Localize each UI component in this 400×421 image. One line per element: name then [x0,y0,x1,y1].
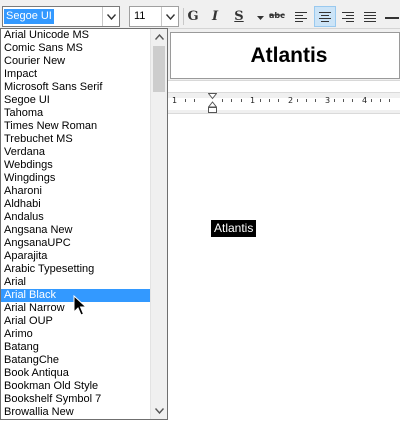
ruler-number: 1 [250,96,256,105]
text-color-button[interactable] [254,6,266,27]
ruler-tick [343,99,344,102]
ruler-tick [352,99,353,102]
horizontal-line-icon [384,9,399,24]
ruler-tick [231,99,232,102]
font-list-item[interactable]: Bookshelf Symbol 7 [1,393,151,406]
chevron-down-icon [256,9,264,24]
ruler-number: 4 [362,96,368,105]
ruler-number: 2 [288,96,294,105]
font-list-item[interactable]: Arial Unicode MS [1,29,151,42]
font-list-item[interactable]: Aldhabi [1,198,151,211]
ruler-tick [315,99,316,102]
horizontal-line-button[interactable] [383,6,400,27]
font-list-item[interactable]: Andalus [1,211,151,224]
font-items-container: Arial Unicode MS Comic Sans MS Courier New… [1,29,167,419]
indent-marker-icon[interactable] [207,93,218,117]
header-title: Atlantis [250,43,328,67]
ruler-tick [380,99,381,102]
font-list-item[interactable]: Batang [1,341,151,354]
ruler-tick [297,99,298,102]
ruler-tick [334,99,335,102]
align-left-icon [295,11,307,22]
font-list-item[interactable]: Tahoma [1,107,151,120]
ruler-tick [194,99,195,102]
toolbar-separator [183,8,184,25]
font-list-item[interactable]: Trebuchet MS [1,133,151,146]
align-left-button[interactable] [291,6,311,27]
font-list-item[interactable]: Times New Roman [1,120,151,133]
strikethrough-button[interactable]: abc [268,6,286,27]
align-right-button[interactable] [338,6,358,27]
mouse-pointer-icon [73,294,88,320]
font-list-item[interactable]: Browallia New [1,406,151,419]
font-list-item[interactable]: Angsana New [1,224,151,237]
ruler-tick [260,99,261,102]
ruler-tick [185,99,186,102]
font-list-item[interactable]: Wingdings [1,172,151,185]
font-list-item[interactable]: Segoe UI [1,94,151,107]
scroll-up-arrow-icon[interactable] [151,29,167,45]
chevron-down-icon[interactable] [161,7,178,26]
font-list-item[interactable]: Arial [1,276,151,289]
formatting-toolbar: Segoe UI 11 G I S abc [0,0,400,29]
font-list-item[interactable]: Arabic Typesetting [1,263,151,276]
justify-button[interactable] [361,6,379,27]
ruler-tick [241,99,242,102]
ruler[interactable]: 1 1 2 3 4 [168,92,400,114]
font-list-item[interactable]: Impact [1,68,151,81]
font-size-combobox[interactable]: 11 [129,6,179,27]
strikethrough-icon: abc [269,9,285,24]
font-list-item[interactable]: Webdings [1,159,151,172]
underline-button[interactable]: S [232,6,246,27]
font-size-value[interactable]: 11 [134,10,145,22]
font-dropdown-list[interactable]: Arial Unicode MS Comic Sans MS Courier New… [0,28,168,420]
bold-button[interactable]: G [186,6,200,27]
ruler-tick [389,99,390,102]
justify-icon [364,11,376,22]
font-list-item[interactable]: Aharoni [1,185,151,198]
align-center-icon [319,11,331,22]
align-right-icon [342,11,354,22]
font-list-item[interactable]: Arimo [1,328,151,341]
font-list-item[interactable]: BatangChe [1,354,151,367]
font-name-value[interactable]: Segoe UI [4,9,54,24]
ruler-number: 3 [325,96,331,105]
document-area[interactable]: Atlantis 1 1 2 3 4 Atlantis [168,29,400,421]
scroll-down-arrow-icon[interactable] [151,403,167,419]
selected-text[interactable]: Atlantis [211,220,257,237]
scroll-thumb[interactable] [153,46,165,92]
font-list-item[interactable]: Courier New [1,55,151,68]
font-list-item[interactable]: Aparajita [1,250,151,263]
font-list-item[interactable]: Microsoft Sans Serif [1,81,151,94]
ruler-tick [222,99,223,102]
ruler-tick [371,99,372,102]
font-list-item[interactable]: Book Antiqua [1,367,151,380]
ruler-tick [278,99,279,102]
ruler-number: 1 [172,96,178,105]
list-scrollbar[interactable] [150,29,167,419]
font-list-item[interactable]: AngsanaUPC [1,237,151,250]
font-list-item[interactable]: Comic Sans MS [1,42,151,55]
header-frame[interactable]: Atlantis [170,32,400,79]
chevron-down-icon[interactable] [102,7,119,26]
italic-button[interactable]: I [208,6,222,27]
font-list-item[interactable]: Verdana [1,146,151,159]
document-header: Atlantis [168,29,400,81]
font-name-combobox[interactable]: Segoe UI [2,6,120,27]
font-list-item[interactable]: Bookman Old Style [1,380,151,393]
ruler-tick [306,99,307,102]
align-center-button[interactable] [314,6,336,27]
ruler-tick [269,99,270,102]
